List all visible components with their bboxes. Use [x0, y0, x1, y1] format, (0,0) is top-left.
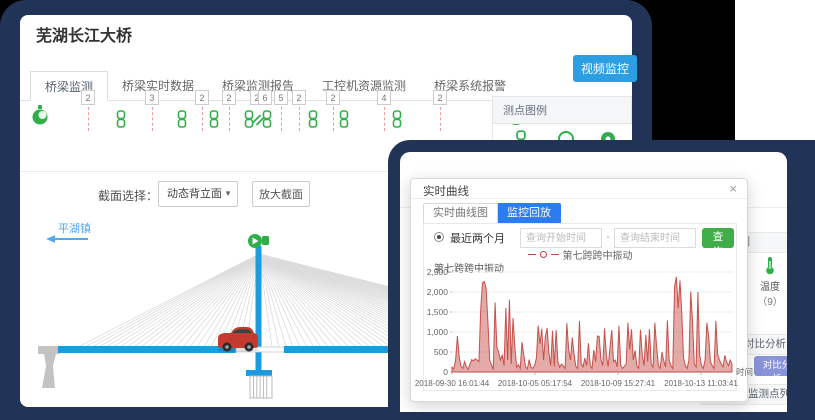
- chain-link-sensor[interactable]: [339, 110, 349, 133]
- thermometer-icon: [764, 256, 776, 275]
- close-icon[interactable]: ×: [729, 181, 737, 196]
- sensor-dash-line: [299, 107, 300, 131]
- chain-link-sensor[interactable]: [116, 110, 126, 133]
- anemometer-icon: [30, 104, 50, 126]
- anemometer-sensor[interactable]: [30, 104, 50, 131]
- chain-link-icon: [308, 110, 318, 128]
- y-tick-label: 2,000: [427, 287, 449, 297]
- query-panel: 最近两个月 - 查询 第七跨跨中振动 第七跨跨中振动 2,5002,0001,5…: [423, 223, 737, 391]
- legend-panel-header: 测点图例: [493, 96, 632, 124]
- chain-link-icon: [392, 110, 402, 128]
- x-tick-label: 2018-10-13 11:03:41: [664, 379, 738, 388]
- modal-tab-2[interactable]: 监控回放: [498, 203, 561, 224]
- sensor-count-badge[interactable]: 2: [195, 90, 209, 105]
- sensor-count-badge[interactable]: 2: [222, 90, 236, 105]
- sensor-count-badge[interactable]: 6: [258, 90, 272, 105]
- compare-analysis-button[interactable]: 对比分析: [754, 356, 787, 376]
- legend-series-label: 第七跨跨中振动: [563, 247, 633, 262]
- x-axis-label: 时间: [736, 367, 753, 377]
- chain-link-icon: [116, 110, 126, 128]
- chain-link-icon: [209, 110, 219, 128]
- query-start-input[interactable]: [520, 228, 602, 248]
- sensor-dash-line: [281, 107, 282, 131]
- chain-link-icon: [177, 110, 187, 128]
- enlarge-section-button[interactable]: 放大截面: [252, 181, 310, 207]
- sensor-count-badge[interactable]: 2: [81, 90, 95, 105]
- sensor-dash-line: [440, 107, 441, 131]
- chart-series: [452, 277, 732, 372]
- query-end-input[interactable]: [614, 228, 696, 248]
- y-tick-label: 2,500: [427, 267, 449, 277]
- last-two-months-radio[interactable]: [434, 232, 444, 242]
- chain-link-sensor[interactable]: [209, 110, 219, 133]
- chain-link-sensor[interactable]: [308, 110, 318, 133]
- sensor-count-badge[interactable]: 5: [274, 90, 288, 105]
- section-select-value: 动态背立面: [167, 188, 222, 200]
- legend-line-icon: [528, 254, 536, 255]
- legend-circle-icon: [540, 251, 547, 258]
- legend-line-icon: [551, 254, 559, 255]
- x-tick-label: 2018-10-05 05:17:54: [498, 379, 573, 388]
- modal-header: 实时曲线 ×: [411, 179, 747, 199]
- sensor-dash-line: [202, 107, 203, 131]
- modal-tab-bar: 实时曲线图监控回放: [423, 203, 561, 224]
- chain-link-sensor[interactable]: [262, 110, 272, 133]
- temperature-count: （9）: [752, 293, 787, 308]
- radio-label: 最近两个月: [450, 230, 505, 246]
- sensor-count-badge[interactable]: 3: [145, 90, 159, 105]
- sensor-count-badge[interactable]: 4: [377, 90, 391, 105]
- video-monitor-button[interactable]: 视频监控: [573, 55, 637, 82]
- sensor-dash-line: [384, 107, 385, 131]
- y-tick-label: 1,500: [427, 307, 449, 317]
- temperature-sensor-item[interactable]: 温度 （9）: [752, 256, 787, 308]
- sensor-dash-line: [152, 107, 153, 131]
- sensor-dash-line: [229, 107, 230, 131]
- modal-tab-1[interactable]: 实时曲线图: [423, 203, 498, 224]
- temperature-label: 温度: [752, 278, 787, 293]
- y-tick-label: 0: [443, 367, 448, 377]
- chain-link-icon: [339, 110, 349, 128]
- sensor-count-badge[interactable]: 2: [326, 90, 340, 105]
- page-title: 芜湖长江大桥: [36, 22, 132, 46]
- direction-label: 平湖镇: [58, 220, 91, 236]
- screen: 芜湖长江大桥 桥梁监测桥梁实时数据桥梁监测报告工控机资源监测桥梁系统报警 视频监…: [0, 0, 815, 420]
- sensor-count-badge[interactable]: 2: [292, 90, 306, 105]
- modal-title: 实时曲线: [423, 183, 469, 199]
- sensor-dash-line: [333, 107, 334, 131]
- section-select-label: 截面选择：: [98, 183, 158, 209]
- chain-link-icon: [262, 110, 272, 128]
- x-tick-label: 2018-09-30 16:01:44: [415, 379, 490, 388]
- sensor-count-badge[interactable]: 2: [433, 90, 447, 105]
- realtime-curve-modal: 实时曲线 × 实时曲线图监控回放 最近两个月 - 查询 第七跨跨中振动 第七跨跨…: [410, 178, 748, 402]
- query-button[interactable]: 查询: [702, 228, 734, 248]
- sensor-strip: 23222652242: [20, 88, 490, 143]
- section-select[interactable]: 动态背立面 ▼: [158, 181, 238, 207]
- chain-link-sensor[interactable]: [177, 110, 187, 133]
- y-tick-label: 500: [434, 347, 448, 357]
- chain-link-sensor[interactable]: [392, 110, 402, 133]
- chevron-down-icon: ▼: [224, 182, 232, 206]
- vibration-chart: 2,5002,0001,5001,00050002018-09-30 16:01…: [424, 268, 738, 392]
- background-window-sliver: [735, 0, 815, 145]
- x-tick-label: 2018-10-09 15:27:41: [581, 379, 656, 388]
- y-tick-label: 1,000: [427, 327, 449, 337]
- sensor-dash-line: [88, 107, 89, 131]
- range-separator: -: [602, 228, 614, 248]
